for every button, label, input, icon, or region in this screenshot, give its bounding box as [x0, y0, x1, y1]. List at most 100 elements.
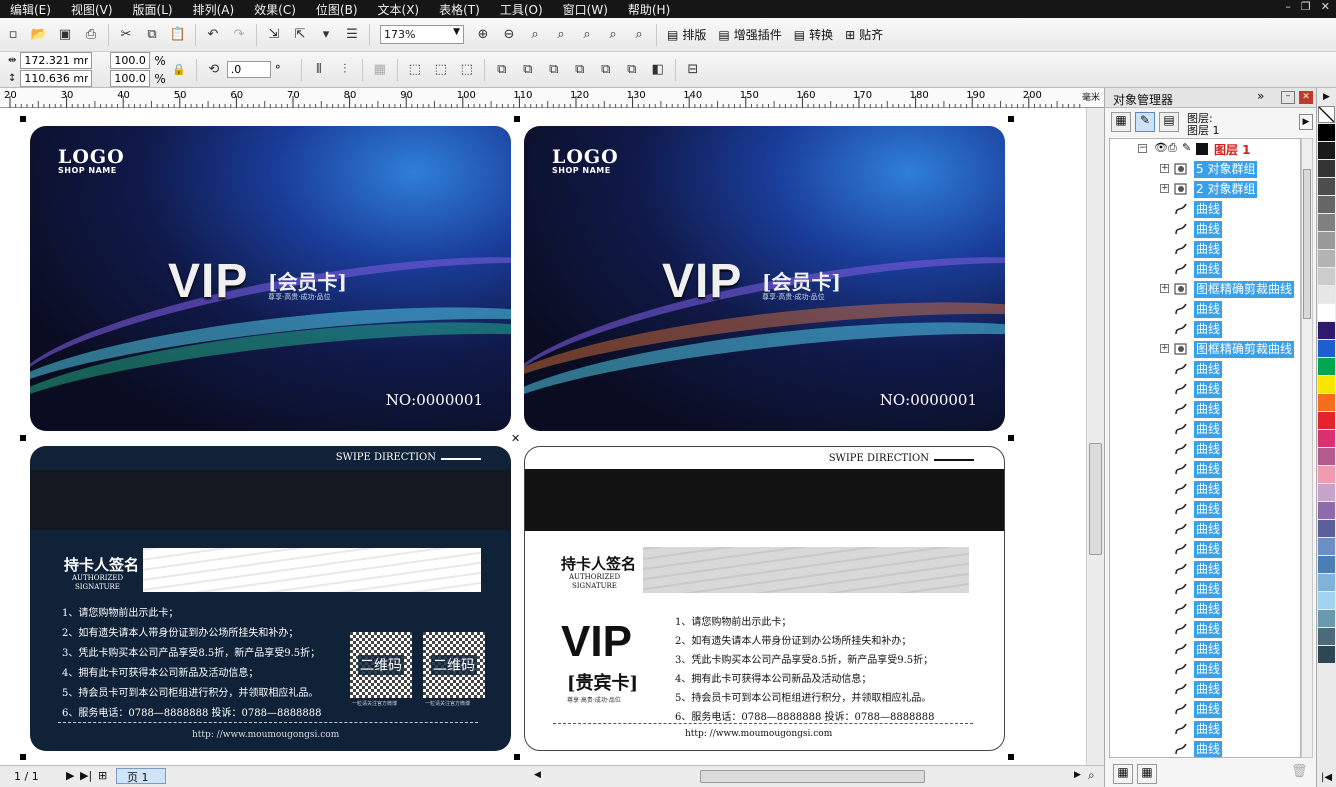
expand-icon[interactable]: +	[1160, 164, 1169, 173]
tree-row[interactable]: + 图框精确剪裁曲线	[1110, 279, 1300, 299]
next-page-icon[interactable]: ▶	[66, 769, 74, 782]
selection-handle[interactable]	[1008, 116, 1014, 122]
weld-icon[interactable]: ⧉	[517, 59, 539, 81]
color-swatch[interactable]	[1318, 394, 1335, 411]
horizontal-scrollbar[interactable]	[700, 770, 925, 783]
open-folder-icon[interactable]: 📂	[28, 24, 50, 46]
tree-row[interactable]: 曲线	[1110, 459, 1300, 479]
tree-row[interactable]: + 图框精确剪裁曲线	[1110, 339, 1300, 359]
tree-row[interactable]: 曲线	[1110, 739, 1300, 757]
group-icon[interactable]: ⬚	[404, 59, 426, 81]
selection-handle[interactable]	[20, 754, 26, 760]
minimize-window-icon[interactable]: –	[1285, 0, 1291, 13]
tree-row[interactable]: 曲线	[1110, 659, 1300, 679]
tree-row[interactable]: 曲线	[1110, 359, 1300, 379]
color-swatch[interactable]	[1318, 268, 1335, 285]
color-swatch[interactable]	[1318, 178, 1335, 195]
tree-row[interactable]: 曲线	[1110, 499, 1300, 519]
tree-row[interactable]: 曲线	[1110, 299, 1300, 319]
zoom-navigator-icon[interactable]: ⌕	[1088, 768, 1095, 783]
selection-handle[interactable]	[514, 754, 520, 760]
tree-row[interactable]: 曲线	[1110, 199, 1300, 219]
import-icon[interactable]: ⇲	[263, 24, 285, 46]
selection-handle[interactable]	[20, 116, 26, 122]
tree-row[interactable]: 曲线	[1110, 699, 1300, 719]
paste-icon[interactable]: 📋	[167, 24, 189, 46]
transform-icon[interactable]: ▦	[369, 59, 391, 81]
color-swatch[interactable]	[1318, 646, 1335, 663]
undo-icon[interactable]: ↶	[202, 24, 224, 46]
simplify-icon[interactable]: ⧉	[595, 59, 617, 81]
tree-row[interactable]: 曲线	[1110, 239, 1300, 259]
selection-handle[interactable]	[514, 116, 520, 122]
color-swatch[interactable]	[1318, 214, 1335, 231]
panel-menu-icon[interactable]: ▶	[1299, 114, 1313, 130]
layer-row[interactable]: − 👁 ⎙ ✎ 图层 1	[1110, 139, 1300, 159]
new-master-layer-icon[interactable]: ▦	[1137, 764, 1157, 784]
menu-item[interactable]: 窗口(W)	[553, 1, 618, 18]
tree-row[interactable]: 曲线	[1110, 719, 1300, 739]
rotation-input[interactable]	[226, 61, 271, 78]
tree-row[interactable]: +5 对象群组	[1110, 159, 1300, 179]
minimize-panel-icon[interactable]: –	[1281, 91, 1295, 104]
close-window-icon[interactable]: ✕	[1321, 0, 1330, 13]
scroll-right-icon[interactable]: ▶	[1074, 770, 1081, 780]
application-launcher-icon[interactable]: ▾	[315, 24, 337, 46]
new-document-icon[interactable]: ▫	[2, 24, 24, 46]
tree-row[interactable]: 曲线	[1110, 419, 1300, 439]
align-distribute-icon[interactable]: ⊟	[682, 59, 704, 81]
scale-y-input[interactable]	[110, 70, 151, 87]
tree-row[interactable]: 曲线	[1110, 619, 1300, 639]
collapse-icon[interactable]: −	[1138, 144, 1147, 153]
plugin-button[interactable]: ▤ 增强插件	[712, 26, 787, 43]
color-swatch[interactable]	[1318, 340, 1335, 357]
expand-icon[interactable]: +	[1160, 184, 1169, 193]
expand-icon[interactable]: +	[1160, 284, 1169, 293]
printer-icon[interactable]: ⎙	[1168, 141, 1177, 155]
height-input[interactable]	[20, 70, 93, 87]
color-swatch[interactable]	[1318, 448, 1335, 465]
color-swatch[interactable]	[1318, 142, 1335, 159]
mirror-vertical-icon[interactable]: ⫶	[334, 59, 356, 81]
cut-icon[interactable]: ✂	[115, 24, 137, 46]
color-swatch[interactable]	[1318, 610, 1335, 627]
color-swatch[interactable]	[1318, 232, 1335, 249]
menu-item[interactable]: 表格(T)	[429, 1, 490, 18]
expand-panel-icon[interactable]: »	[1257, 89, 1264, 103]
color-swatch[interactable]	[1318, 556, 1335, 573]
page-tab[interactable]: 页 1	[116, 768, 166, 784]
trim-icon[interactable]: ⧉	[543, 59, 565, 81]
lock-ratio-icon[interactable]: 🔒	[168, 59, 190, 81]
tree-row[interactable]: 曲线	[1110, 519, 1300, 539]
snap-button[interactable]: ⊞ 贴齐	[839, 26, 889, 43]
save-icon[interactable]: ▣	[54, 24, 76, 46]
selection-handle[interactable]	[20, 435, 26, 441]
color-swatch[interactable]	[1318, 376, 1335, 393]
vip-card-front-1[interactable]: LOGO SHOP NAME VIP [会员卡] 尊享·高贵·成功·品位 NO:…	[30, 126, 511, 431]
tree-row[interactable]: 曲线	[1110, 219, 1300, 239]
tree-row[interactable]: 曲线	[1110, 399, 1300, 419]
menu-item[interactable]: 位图(B)	[306, 1, 368, 18]
pencil-icon[interactable]: ✎	[1182, 141, 1191, 154]
tree-row[interactable]: 曲线	[1110, 679, 1300, 699]
zoom-in-icon[interactable]: ⊕	[472, 24, 494, 46]
front-minus-back-icon[interactable]: ⧉	[621, 59, 643, 81]
tree-row[interactable]: 曲线	[1110, 319, 1300, 339]
tree-row[interactable]: 曲线	[1110, 579, 1300, 599]
zoom-all-icon[interactable]: ⌕	[550, 24, 572, 46]
drawing-canvas[interactable]: LOGO SHOP NAME VIP [会员卡] 尊享·高贵·成功·品位 NO:…	[0, 108, 1086, 765]
tree-scroll-thumb[interactable]	[1303, 169, 1311, 319]
vip-card-front-2[interactable]: LOGO SHOP NAME VIP [会员卡] 尊享·高贵·成功·品位 NO:…	[524, 126, 1005, 431]
vip-card-back-dark[interactable]: SWIPE DIRECTION 持卡人签名 AUTHORIZED SIGNATU…	[30, 446, 511, 751]
selection-handle[interactable]	[1008, 754, 1014, 760]
copy-icon[interactable]: ⧉	[141, 24, 163, 46]
menu-item[interactable]: 视图(V)	[61, 1, 123, 18]
menu-item[interactable]: 帮助(H)	[618, 1, 680, 18]
print-icon[interactable]: ⎙	[80, 24, 102, 46]
color-swatch[interactable]	[1318, 502, 1335, 519]
selection-handle[interactable]	[1008, 435, 1014, 441]
color-swatch[interactable]	[1318, 412, 1335, 429]
palette-expand-icon[interactable]: |◀	[1321, 772, 1332, 783]
tree-row[interactable]: 曲线	[1110, 539, 1300, 559]
tree-row[interactable]: 曲线	[1110, 599, 1300, 619]
